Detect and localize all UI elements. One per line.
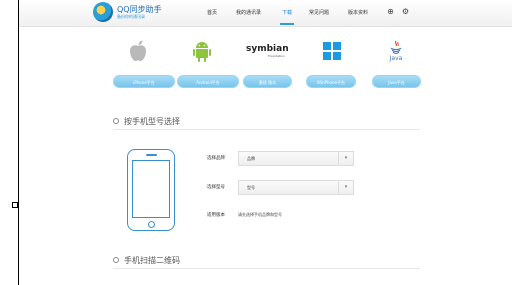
gear-icon[interactable]: ⚙ — [401, 7, 410, 16]
section-divider — [113, 268, 420, 269]
section-bullet-icon — [113, 117, 119, 124]
winphone-download-button[interactable]: WinPhone平台 — [306, 75, 356, 88]
java-logo-text: Java — [389, 55, 403, 62]
symbian-icon[interactable]: symbian Foundation — [246, 38, 289, 64]
settings-circle-icon[interactable]: ⊕ — [386, 7, 395, 16]
section-title-qr: 手机扫描二维码 — [113, 255, 180, 266]
symbian-download-button[interactable]: 塞班 版本 — [243, 75, 292, 88]
phone-screen — [132, 160, 170, 218]
apple-icon[interactable] — [127, 38, 149, 64]
section-divider — [113, 129, 420, 130]
nav-faq[interactable]: 常见问题 — [309, 9, 329, 16]
chevron-down-icon[interactable]: ▾ — [338, 181, 353, 194]
brand-select-value: 品牌 — [247, 156, 255, 161]
nav-version-info[interactable]: 版本资料 — [348, 9, 368, 16]
version-value: 请先选择手机品牌和型号 — [238, 212, 282, 217]
section-title-model-text: 按手机型号选择 — [124, 117, 180, 126]
brand-select[interactable]: 品牌 ▾ — [238, 151, 354, 166]
phone-home-button — [148, 221, 155, 228]
brand-slogan: 备份你的通讯录 — [117, 14, 145, 19]
java-download-button[interactable]: Java平台 — [372, 75, 421, 88]
version-label: 适用版本 — [207, 213, 225, 218]
android-download-button[interactable]: Android平台 — [177, 75, 239, 88]
resize-handle[interactable] — [12, 202, 18, 208]
symbian-logo-text: symbian — [246, 44, 289, 54]
model-label: 选择型号 — [207, 185, 225, 190]
nav-active-indicator — [280, 23, 294, 25]
phone-illustration — [127, 149, 175, 231]
section-title-model: 按手机型号选择 — [113, 116, 180, 127]
symbian-logo-sub: Foundation — [268, 54, 285, 58]
brand-label: 选择品牌 — [207, 156, 225, 161]
phone-speaker — [146, 154, 157, 156]
nav-contacts[interactable]: 我的通讯录 — [236, 9, 261, 16]
model-select-value: 型号 — [247, 185, 255, 190]
nav-home[interactable]: 首页 — [207, 9, 217, 16]
java-icon[interactable]: Java — [385, 38, 407, 64]
android-icon[interactable] — [191, 38, 213, 64]
frame-border — [18, 0, 19, 285]
model-select[interactable]: 型号 ▾ — [238, 180, 354, 195]
windows-icon[interactable] — [321, 38, 343, 64]
iphone-download-button[interactable]: iPhone平台 — [113, 75, 175, 88]
section-title-qr-text: 手机扫描二维码 — [124, 256, 180, 265]
nav-download[interactable]: 下载 — [282, 9, 292, 16]
logo-icon[interactable] — [93, 2, 113, 22]
section-bullet-icon — [113, 256, 119, 263]
chevron-down-icon[interactable]: ▾ — [338, 152, 353, 165]
